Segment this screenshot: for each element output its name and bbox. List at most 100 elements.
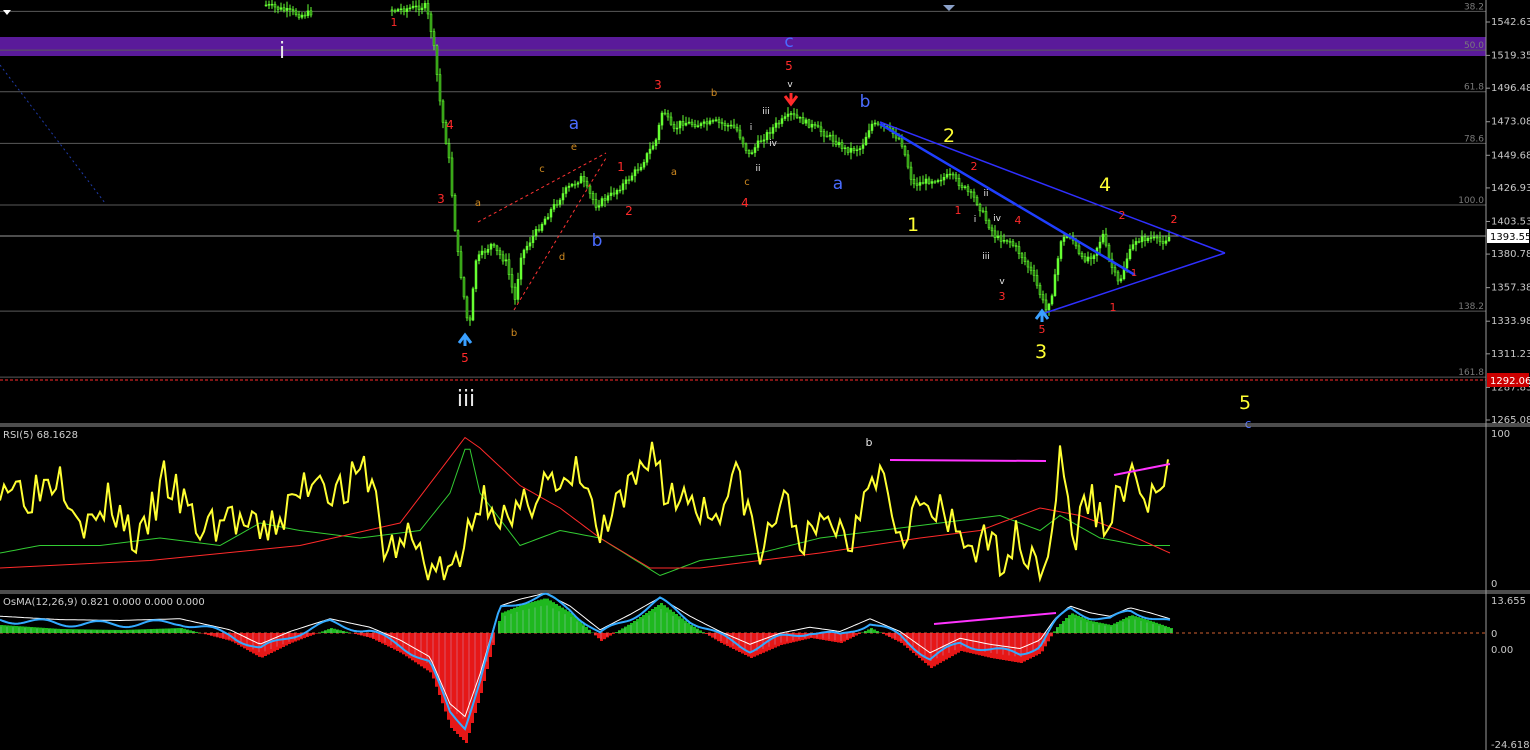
osma-bar [24,626,27,633]
osma-bar [576,618,579,633]
wave-label: b [860,92,871,112]
rsi-divergence-1 [889,459,1047,462]
osma-bar [207,633,210,636]
osma-bar [150,629,153,633]
candle-body [798,117,802,119]
wave-label: 5 [1039,323,1046,336]
candle-body [1029,266,1033,271]
candle-body [771,127,775,134]
candle-body [1077,245,1081,254]
osma-bar [642,615,645,633]
osma-bar [1086,619,1089,633]
osma-bar [927,633,930,666]
candle-body [822,131,826,137]
rsi-fast-line [0,436,1171,569]
candle-body [1101,233,1105,243]
osma-bar [129,629,132,633]
osma-bar [570,613,573,633]
osma-bar [60,629,63,633]
candle-body [969,191,973,193]
trading-chart[interactable]: 38.250.061.878.6100.0138.2161.8 i1435iii… [0,0,1530,750]
candle-body [672,123,676,129]
osma-bar [132,629,135,633]
osma-bar [39,627,42,633]
candle-body [552,204,556,210]
rsi-title: RSI(5) 68.1628 [3,430,78,441]
osma-bar [984,633,987,657]
osma-bar [186,629,189,633]
candle-body [711,120,715,122]
wave-label: a [671,167,677,178]
candle-body [966,186,970,192]
candle-body [288,8,292,10]
candle-body [564,187,568,194]
candle-body [639,166,643,171]
wave-label: iii [457,387,475,412]
candle-body [981,210,985,213]
candle-body [528,242,532,247]
osma-bar [861,632,864,633]
osma-bar [216,633,219,638]
candle-body [516,278,520,300]
candle-body [873,122,877,125]
price-pane[interactable]: 38.250.061.878.6100.0138.2161.8 i1435iii… [0,0,1486,449]
candle-body [594,199,598,208]
osma-bar [702,632,705,633]
candle-body [1164,240,1168,244]
osma-bar [102,629,105,633]
candle-body [432,31,436,47]
osma-bar [105,629,108,633]
candle-body [282,7,286,11]
osma-pane[interactable]: OsMA(12,26,9) 0.821 0.000 0.000 0.000 13… [0,592,1530,750]
candle-body [303,14,307,17]
wave-label: 2 [1119,209,1126,222]
candle-body [504,259,508,262]
osma-bar [684,620,687,633]
osma-bar [873,629,876,633]
osma-bar [759,633,762,655]
rsi-divergence-2 [1113,463,1171,476]
candle-body [447,143,451,159]
candle-body [909,166,913,180]
candle-body [1155,236,1159,239]
candle-body [606,195,610,201]
osma-bar [321,631,324,633]
candle-body [426,3,430,15]
candle-body [423,3,427,9]
wave-label: 1 [1110,301,1117,314]
rsi-pane[interactable]: RSI(5) 68.1628 100 0 [0,429,1510,590]
candle-body [984,211,988,221]
osma-bar [981,633,984,656]
candle-body [903,145,907,156]
osma-bar [711,633,714,638]
osma-bar [69,629,72,633]
fib-label: 38.2 [1464,2,1484,12]
price-label: 1403.53 [1491,216,1530,227]
candle-body [1092,255,1096,260]
osma-bar [597,633,600,639]
candle-body [1053,274,1057,296]
osma-bar [1029,633,1032,659]
osma-bar [558,605,561,633]
candle-body [957,177,961,186]
osma-bar [705,633,708,634]
osma-bar [1107,624,1110,633]
candle-body [576,182,580,185]
wave-label: 5 [461,351,469,365]
osma-bar [1071,613,1074,633]
candle-body [681,121,685,126]
osma-bar [144,629,147,633]
wave-label: 2 [625,204,633,218]
candle-body [441,100,445,123]
candle-body [864,136,868,145]
osma-bar [123,629,126,633]
wave-label: iii [762,107,770,117]
rsi-slow-line [0,448,1170,577]
osma-bar [822,633,825,640]
osma-bar [1155,622,1158,633]
candle-body [630,175,634,181]
osma-bar [609,633,612,636]
candle-body [756,140,760,148]
candle-body [696,125,700,128]
candle-body [669,116,673,125]
